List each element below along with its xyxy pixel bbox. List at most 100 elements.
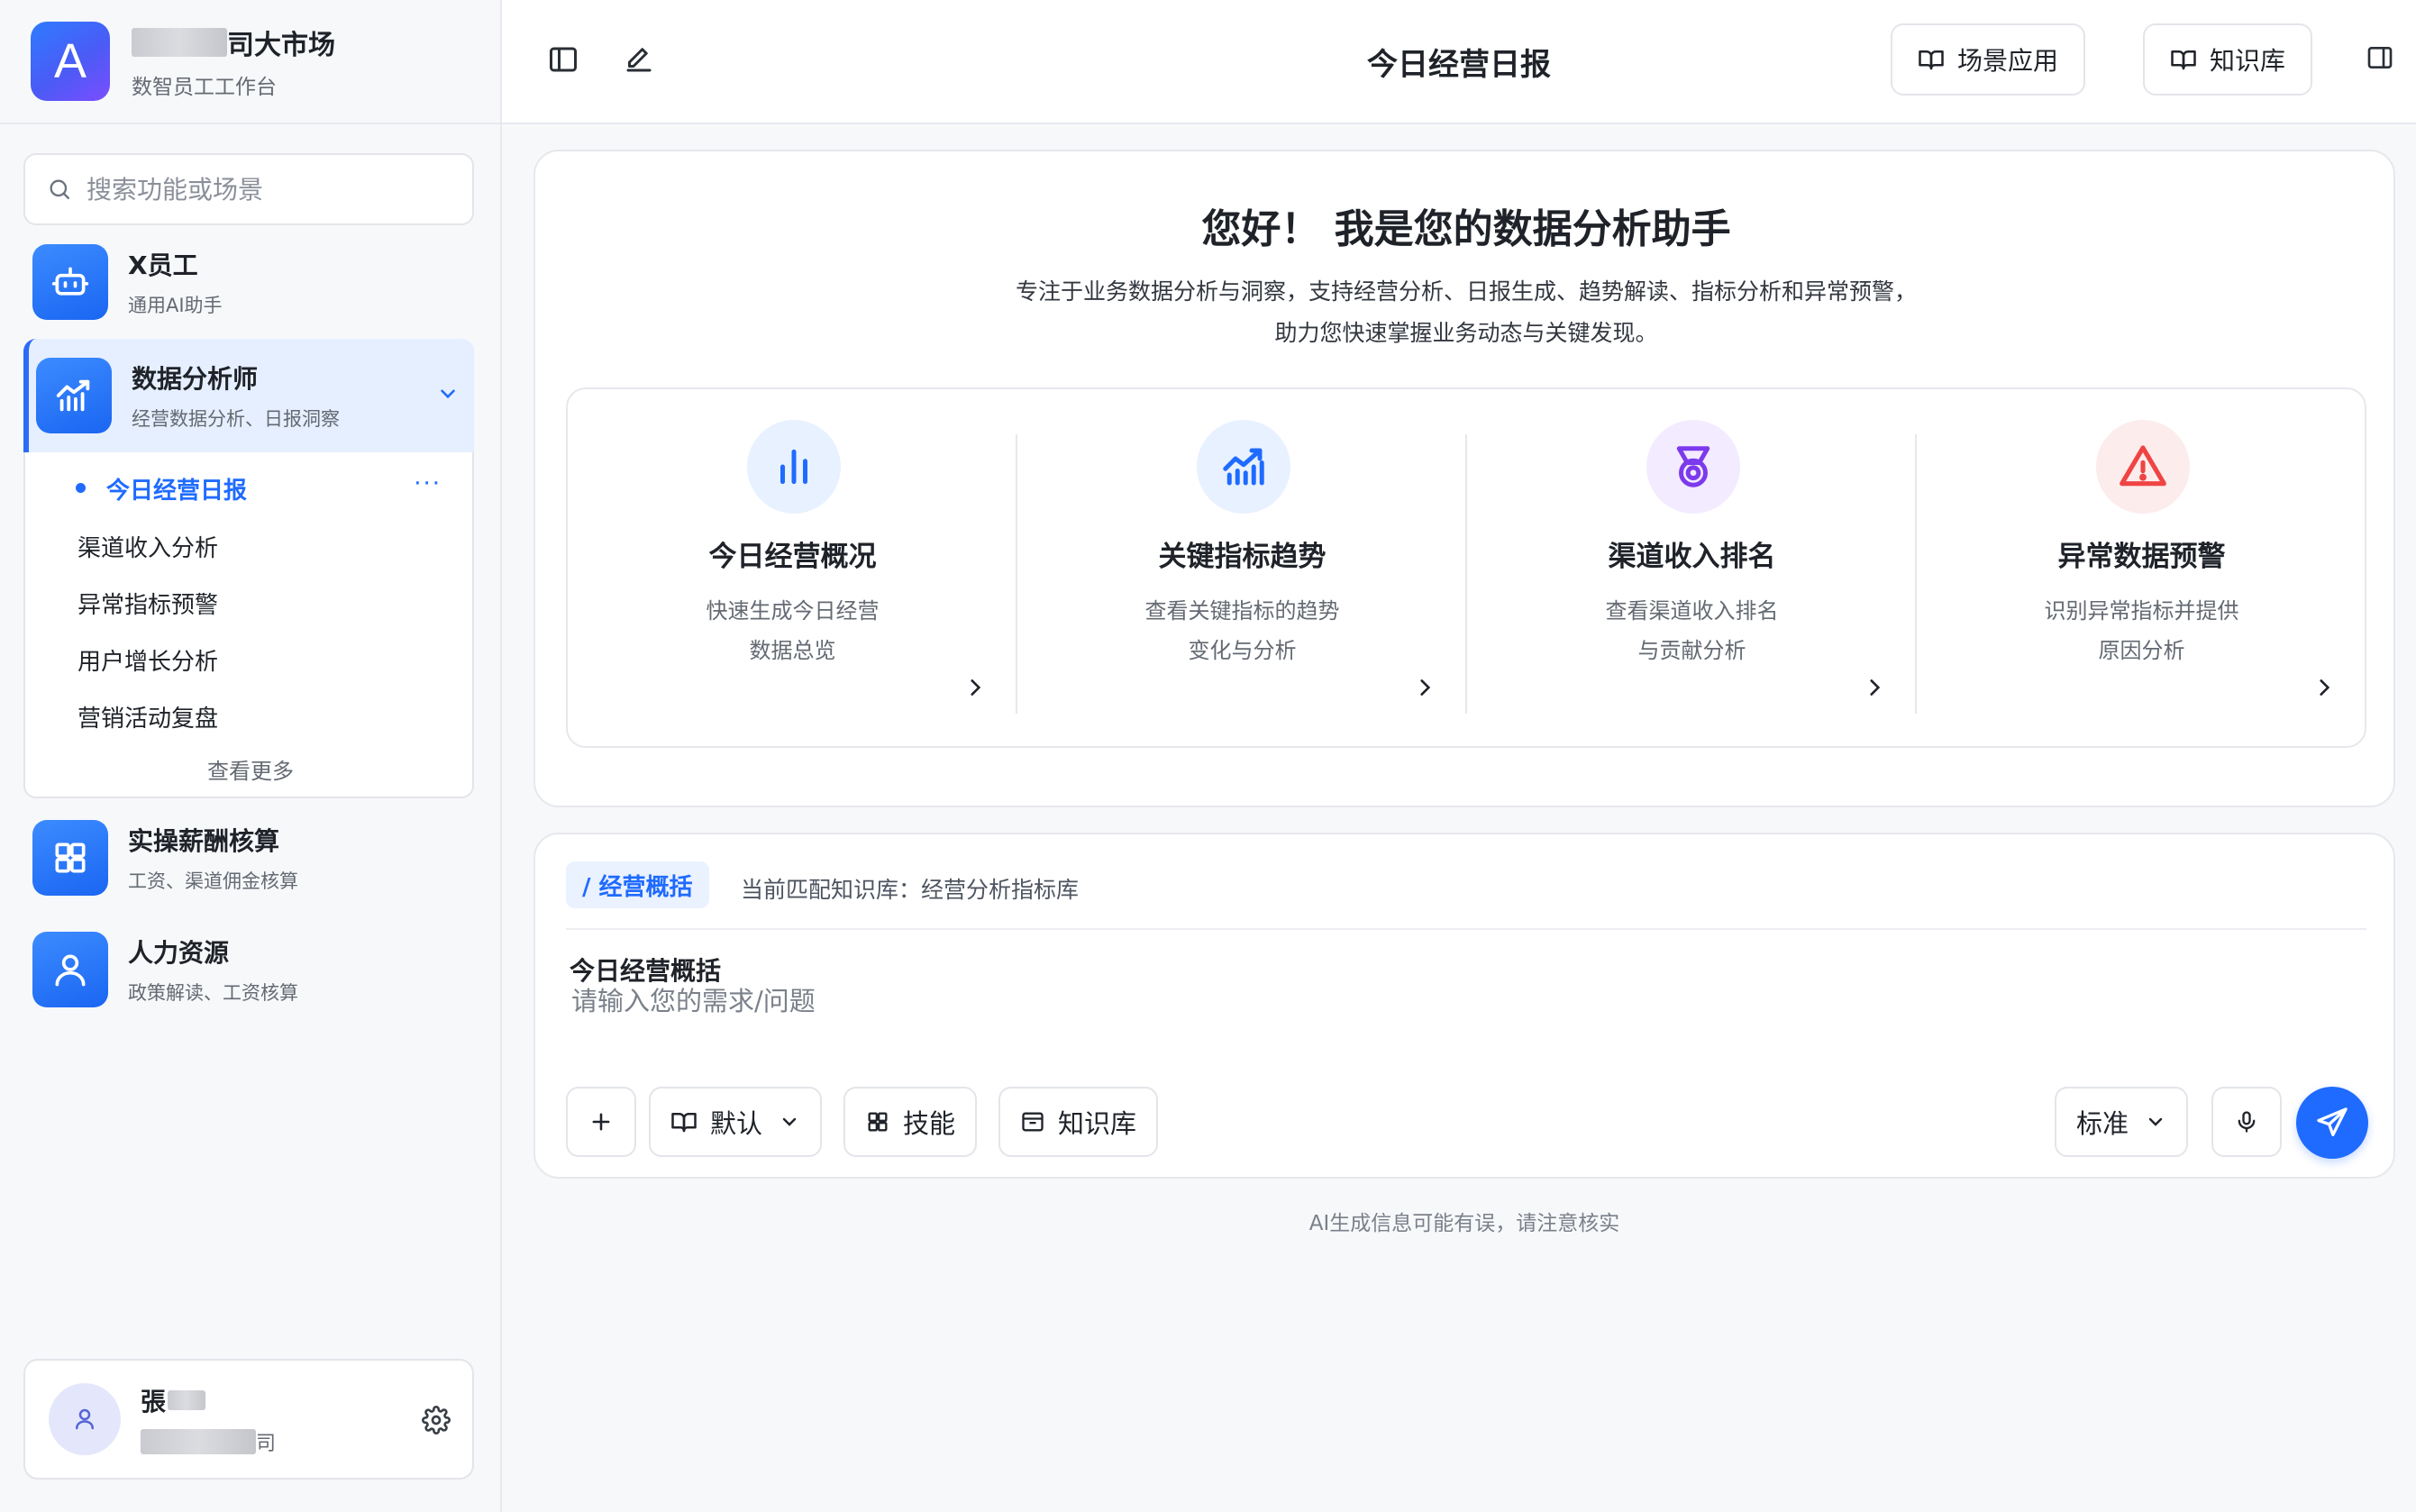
user-org-suffix: 司 [256,1433,277,1455]
user-icon [32,932,108,1007]
search-input[interactable] [87,174,447,205]
agent-title: X员工 [128,250,198,280]
agent-title: 实操薪酬核算 [128,826,280,856]
new-chat-icon[interactable] [623,43,655,76]
avatar[interactable] [49,1383,121,1455]
voice-input-button[interactable] [2211,1087,2282,1157]
brand-logo[interactable]: A [31,22,110,101]
chevron-down-icon [779,1111,800,1133]
see-more-link[interactable]: 查看更多 [25,753,476,785]
feature-title: 今日经营概况 [708,541,877,573]
welcome-title: 您好！ 我是您的数据分析助手 [1201,206,1731,252]
agent-title: 数据分析师 [132,364,259,394]
chevron-down-icon[interactable] [436,382,460,405]
chevron-right-icon[interactable] [1863,676,1886,699]
feature-channel-ranking[interactable]: 渠道收入排名 查看渠道收入排名 与贡献分析 [1467,389,1917,746]
feature-desc: 快速生成今日经营 [706,598,880,624]
robot-icon [32,244,108,320]
chevron-down-icon [2145,1111,2166,1133]
sub-item-anomaly-alert[interactable]: 异常指标预警 [77,587,218,620]
brand-name-suffix: 司大市场 [227,30,335,61]
agent-text: X员工 通用AI助手 [128,246,223,318]
top-bar: 今日经营日报 场景应用 知识库 [502,0,2416,124]
feature-desc: 数据总览 [749,638,836,663]
chart-growth-icon [36,358,112,433]
medal-icon [1646,420,1740,514]
prompt-tag[interactable]: / 经营概括 [566,861,709,908]
archive-box-icon [1020,1109,1045,1134]
scene-app-button[interactable]: 场景应用 [1891,23,2086,96]
brand-header: A 司大市场 数智员工工作台 [0,0,500,124]
feature-key-metrics-trend[interactable]: 关键指标趋势 查看关键指标的趋势 变化与分析 [1017,389,1467,746]
redacted-org-name [141,1429,256,1454]
agent-subtitle: 工资、渠道佣金核算 [128,870,298,892]
book-icon [2170,46,2197,73]
feature-desc: 变化与分析 [1188,638,1297,663]
grid-apps-icon [32,820,108,896]
right-panel-toggle-icon[interactable] [2366,43,2394,72]
sub-item-user-growth[interactable]: 用户增长分析 [77,643,218,677]
send-button[interactable] [2296,1087,2368,1159]
agent-text: 实操薪酬核算 工资、渠道佣金核算 [128,822,298,894]
more-options-icon[interactable]: ··· [414,470,442,497]
feature-title: 异常数据预警 [2057,541,2226,573]
page-title: 今日经营日报 [1367,47,1551,83]
sidebar-toggle-icon[interactable] [547,43,579,76]
sidebar: A 司大市场 数智员工工作台 X员工 通用AI助手 [0,0,502,1512]
knowledge-base-selector-button[interactable]: 知识库 [998,1087,1159,1157]
agent-x-employee[interactable]: X员工 通用AI助手 [23,226,474,338]
response-mode-dropdown[interactable]: 标准 [2055,1087,2189,1157]
sub-item-daily-report[interactable]: 今日经营日报 [106,472,247,506]
skills-button[interactable]: 技能 [843,1087,978,1157]
agent-data-analyst-expanded: 数据分析师 经营数据分析、日报洞察 今日经营日报 ··· 渠道收入分析 异常指标… [23,339,474,798]
book-icon [670,1108,697,1135]
welcome-desc-line2: 助力您快速掌握业务动态与关键发现。 [1274,320,1658,346]
knowledge-match-note: 当前匹配知识库：经营分析指标库 [741,877,1080,903]
feature-title: 渠道收入排名 [1608,541,1776,573]
brand-text: 司大市场 数智员工工作台 [132,23,335,100]
chevron-right-icon[interactable] [963,676,987,699]
add-attachment-button[interactable] [566,1087,636,1157]
user-profile-card[interactable]: 張 司 [23,1359,474,1480]
feature-anomaly-alert[interactable]: 异常数据预警 识别异常指标并提供 原因分析 [1917,389,2366,746]
feature-desc: 原因分析 [2098,638,2185,663]
knowledge-base-button[interactable]: 知识库 [2143,23,2313,96]
default-mode-label: 默认 [710,1108,763,1139]
prompt-input[interactable] [571,980,2356,1022]
agent-subtitle: 通用AI助手 [128,295,223,316]
default-mode-dropdown[interactable]: 默认 [649,1087,823,1157]
feature-title: 关键指标趋势 [1158,541,1327,573]
chevron-right-icon[interactable] [1413,676,1436,699]
ai-disclaimer: AI生成信息可能有误，请注意核实 [1308,1212,1620,1235]
microphone-icon [2234,1109,2259,1134]
user-org: 司 [141,1427,276,1456]
feature-desc: 查看关键指标的趋势 [1144,598,1340,624]
sub-item-marketing-review[interactable]: 营销活动复盘 [77,700,218,733]
agent-title: 人力资源 [128,938,230,968]
trend-chart-icon [1197,420,1290,514]
user-name-initial: 張 [141,1387,167,1416]
grid-apps-icon [865,1109,890,1134]
feature-daily-overview[interactable]: 今日经营概况 快速生成今日经营 数据总览 [568,389,1017,746]
search-icon [47,177,72,202]
feature-desc: 与贡献分析 [1637,638,1746,663]
book-icon [1918,46,1945,73]
plus-icon [588,1109,614,1134]
gear-icon[interactable] [422,1406,451,1435]
feature-cards: 今日经营概况 快速生成今日经营 数据总览 关键指标趋势 查看关键指标的趋势 变化… [566,387,2366,748]
knowledge-base-selector-label: 知识库 [1058,1108,1137,1139]
search-box[interactable] [23,153,474,225]
chevron-right-icon[interactable] [2312,676,2336,699]
agent-payroll[interactable]: 实操薪酬核算 工资、渠道佣金核算 [23,802,474,914]
brand-name: 司大市场 [132,23,335,62]
redacted-user-name [168,1390,206,1410]
agent-text: 数据分析师 经营数据分析、日报洞察 [132,360,340,432]
agent-subtitle: 经营数据分析、日报洞察 [132,408,340,430]
agent-data-analyst[interactable]: 数据分析师 经营数据分析、日报洞察 [23,339,474,452]
warning-icon [2096,420,2190,514]
chat-composer: / 经营概括 当前匹配知识库：经营分析指标库 今日经营概括 默认 技能 知识库 … [533,833,2395,1179]
feature-desc: 查看渠道收入排名 [1605,598,1779,624]
sub-item-channel-revenue[interactable]: 渠道收入分析 [77,530,218,563]
user-info: 張 司 [141,1382,276,1456]
agent-hr[interactable]: 人力资源 政策解读、工资核算 [23,914,474,1025]
